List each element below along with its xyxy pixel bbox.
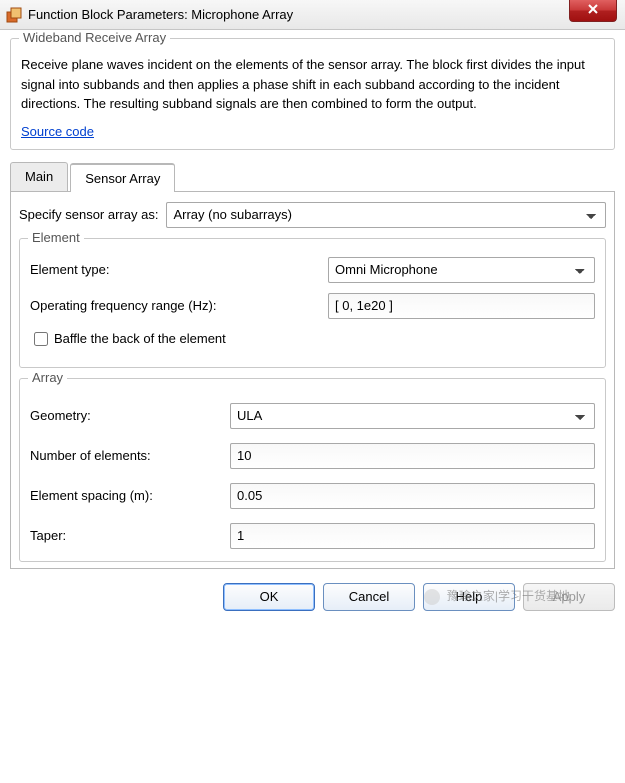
close-icon (588, 3, 598, 17)
tab-row: Main Sensor Array (10, 162, 615, 192)
element-spacing-label: Element spacing (m): (30, 488, 230, 503)
description-text: Receive plane waves incident on the elem… (21, 55, 604, 114)
tab-pane-sensor-array: Specify sensor array as: Array (no subar… (10, 192, 615, 569)
array-legend: Array (28, 370, 67, 385)
freq-range-row: Operating frequency range (Hz): (30, 293, 595, 319)
button-bar: OK Cancel Help Apply (0, 569, 625, 621)
element-fieldset: Element Element type: Omni Microphone Op… (19, 238, 606, 368)
close-button[interactable] (569, 0, 617, 22)
content-area: Wideband Receive Array Receive plane wav… (0, 30, 625, 569)
element-type-select[interactable]: Omni Microphone (328, 257, 595, 283)
specify-label: Specify sensor array as: (19, 207, 158, 222)
ok-button[interactable]: OK (223, 583, 315, 611)
freq-range-input[interactable] (328, 293, 595, 319)
baffle-checkbox[interactable] (34, 332, 48, 346)
tab-main[interactable]: Main (10, 162, 68, 191)
taper-label: Taper: (30, 528, 230, 543)
dialog-window: Function Block Parameters: Microphone Ar… (0, 0, 625, 621)
titlebar: Function Block Parameters: Microphone Ar… (0, 0, 625, 30)
element-legend: Element (28, 230, 84, 245)
taper-input[interactable] (230, 523, 595, 549)
element-spacing-input[interactable] (230, 483, 595, 509)
element-type-label: Element type: (30, 262, 320, 277)
window-title: Function Block Parameters: Microphone Ar… (28, 7, 569, 22)
description-frame: Wideband Receive Array Receive plane wav… (10, 38, 615, 150)
specify-row: Specify sensor array as: Array (no subar… (19, 202, 606, 228)
geometry-select[interactable]: ULA (230, 403, 595, 429)
help-button[interactable]: Help (423, 583, 515, 611)
element-type-row: Element type: Omni Microphone (30, 257, 595, 283)
num-elements-label: Number of elements: (30, 448, 230, 463)
apply-button[interactable]: Apply (523, 583, 615, 611)
baffle-label: Baffle the back of the element (54, 331, 226, 346)
num-elements-input[interactable] (230, 443, 595, 469)
description-heading: Wideband Receive Array (19, 30, 170, 45)
geometry-label: Geometry: (30, 408, 230, 423)
array-fieldset: Array Geometry: ULA Number of elements: … (19, 378, 606, 562)
baffle-row: Baffle the back of the element (30, 329, 595, 349)
freq-range-label: Operating frequency range (Hz): (30, 298, 320, 313)
tab-sensor-array[interactable]: Sensor Array (70, 163, 175, 192)
specify-select[interactable]: Array (no subarrays) (166, 202, 606, 228)
source-code-link[interactable]: Source code (21, 124, 94, 139)
app-icon (6, 7, 22, 23)
cancel-button[interactable]: Cancel (323, 583, 415, 611)
